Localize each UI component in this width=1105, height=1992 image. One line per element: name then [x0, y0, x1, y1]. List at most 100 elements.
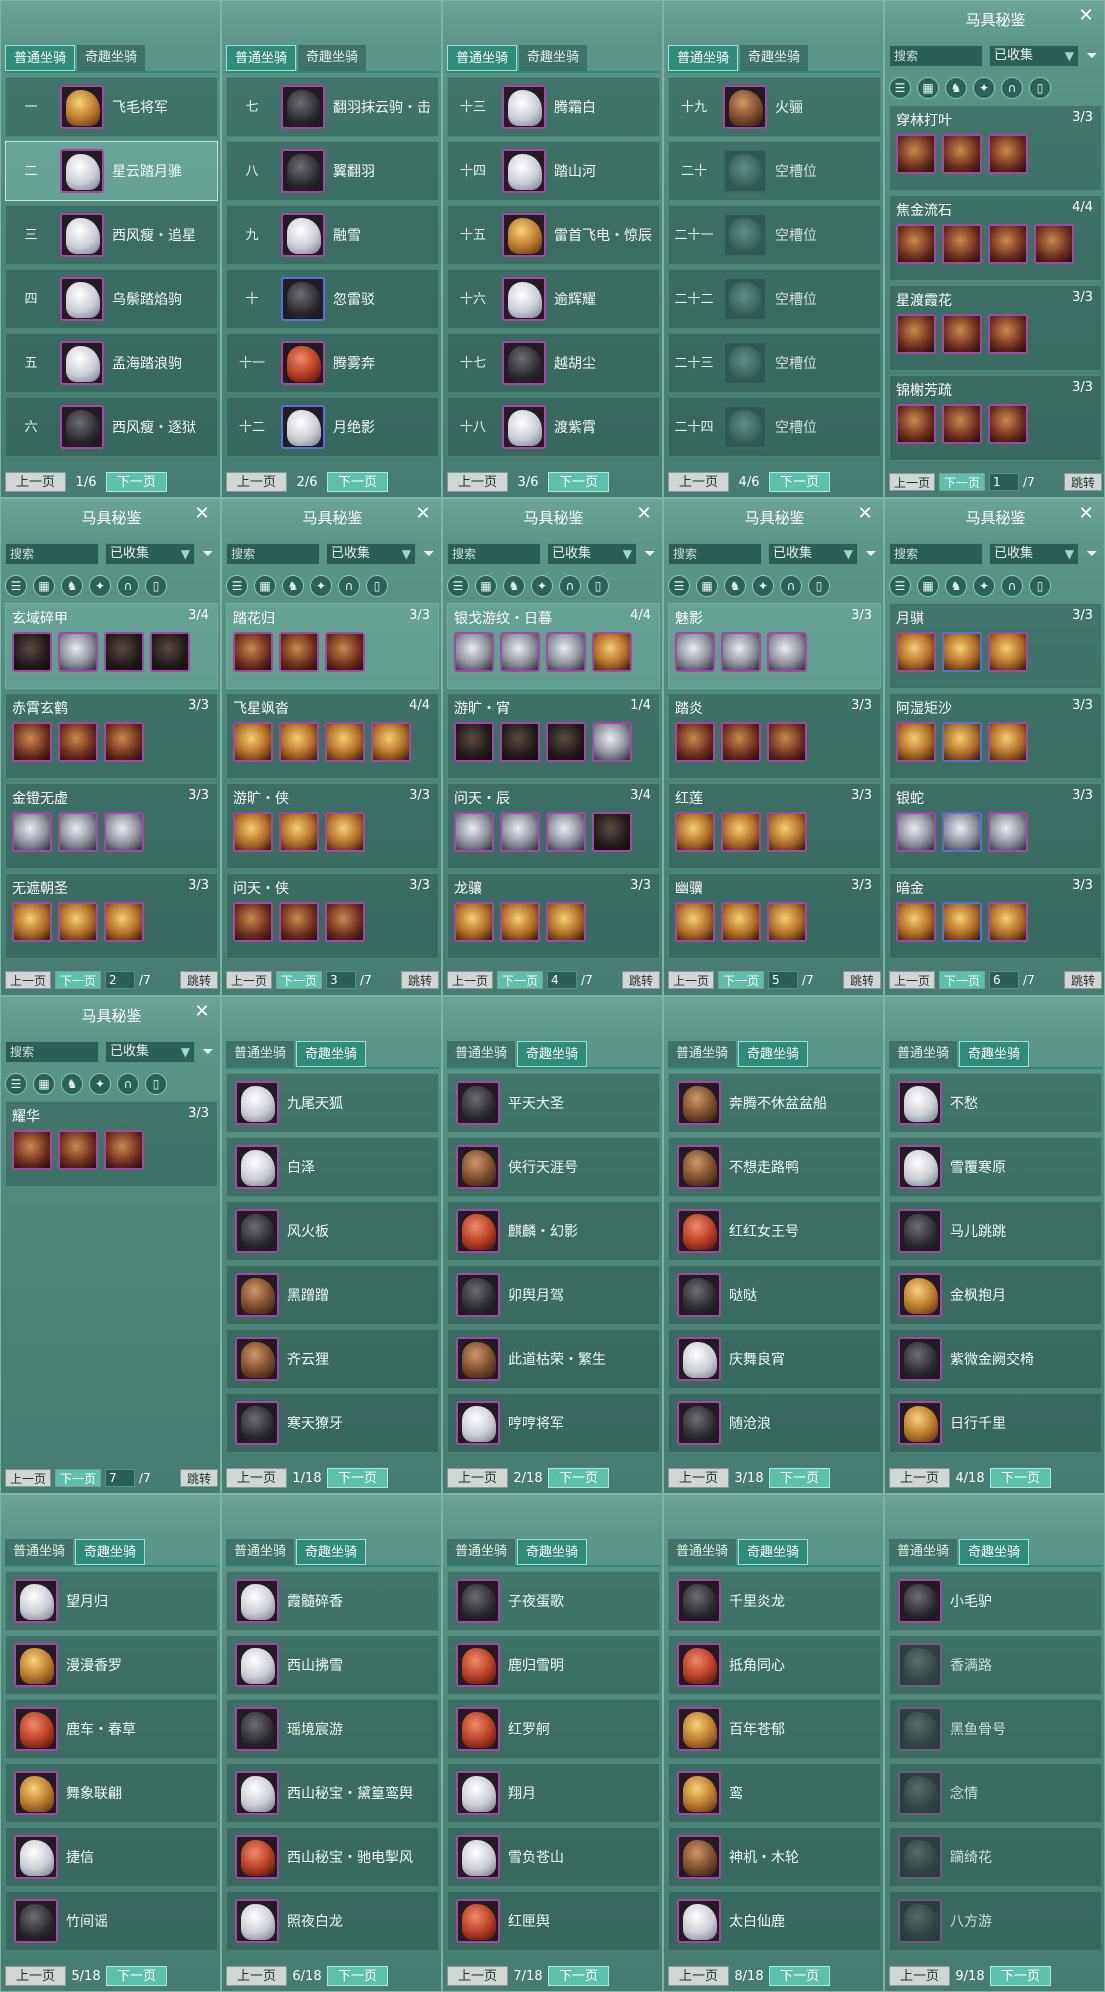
- gear-piece-icon[interactable]: [592, 632, 632, 672]
- gear-piece-icon[interactable]: [896, 902, 936, 942]
- grid-category-icon[interactable]: ▦: [475, 575, 497, 597]
- gear-piece-icon[interactable]: [675, 722, 715, 762]
- mount-row[interactable]: 雪覆寒原: [889, 1137, 1102, 1197]
- mount-row[interactable]: 十九 火骊: [668, 77, 881, 137]
- search-input[interactable]: 搜索: [889, 45, 983, 67]
- gear-set-row[interactable]: 龙骧 3/3: [447, 873, 660, 959]
- grid-category-icon[interactable]: ▦: [696, 575, 718, 597]
- gear-set-row[interactable]: 魅影 3/3: [668, 603, 881, 689]
- funnel-icon[interactable]: ⏷: [1083, 543, 1101, 565]
- gear-set-row[interactable]: 银蛇 3/3: [889, 783, 1102, 869]
- scroll-category-icon[interactable]: ▯: [1029, 77, 1051, 99]
- mount-row[interactable]: 马儿跳跳: [889, 1201, 1102, 1261]
- gear-piece-icon[interactable]: [500, 902, 540, 942]
- mount-row[interactable]: 二十三 空槽位: [668, 333, 881, 393]
- gear-set-row[interactable]: 问天・辰 3/4: [447, 783, 660, 869]
- tab-normal-mounts[interactable]: 普通坐骑: [447, 1539, 516, 1565]
- gear-piece-icon[interactable]: [104, 902, 144, 942]
- horseshoe-category-icon[interactable]: ∩: [559, 575, 581, 597]
- mount-row[interactable]: 红红女王号: [668, 1201, 881, 1261]
- gear-piece-icon[interactable]: [942, 812, 982, 852]
- close-icon[interactable]: ✕: [634, 504, 654, 524]
- prev-page-button[interactable]: 上一页: [447, 472, 509, 492]
- close-icon[interactable]: ✕: [413, 504, 433, 524]
- collected-filter-select[interactable]: 已收集 ▼: [105, 543, 195, 565]
- prev-page-button[interactable]: 上一页: [226, 472, 288, 492]
- mount-row[interactable]: 卯舆月驾: [447, 1265, 660, 1325]
- mount-row[interactable]: 不想走路鸭: [668, 1137, 881, 1197]
- mount-row[interactable]: 雪负苍山: [447, 1827, 660, 1887]
- gear-piece-icon[interactable]: [988, 404, 1028, 444]
- tab-fun-mounts[interactable]: 奇趣坐骑: [519, 45, 588, 71]
- mount-row[interactable]: 哼哼将军: [447, 1393, 660, 1453]
- gear-piece-icon[interactable]: [942, 722, 982, 762]
- gear-piece-icon[interactable]: [325, 632, 365, 672]
- gear-set-row[interactable]: 暗金 3/3: [889, 873, 1102, 959]
- mount-row[interactable]: 哒哒: [668, 1265, 881, 1325]
- gear-set-row[interactable]: 问天・侠 3/3: [226, 873, 439, 959]
- all-category-icon[interactable]: ☰: [5, 575, 27, 597]
- gear-piece-icon[interactable]: [58, 902, 98, 942]
- close-icon[interactable]: ✕: [192, 1002, 212, 1022]
- mount-row[interactable]: 瑶境宸游: [226, 1699, 439, 1759]
- horseshoe-category-icon[interactable]: ∩: [780, 575, 802, 597]
- gear-piece-icon[interactable]: [675, 632, 715, 672]
- gear-set-row[interactable]: 游旷・侠 3/3: [226, 783, 439, 869]
- mount-row[interactable]: 九 融雪: [226, 205, 439, 265]
- gear-piece-icon[interactable]: [988, 812, 1028, 852]
- gear-piece-icon[interactable]: [12, 722, 52, 762]
- gear-piece-icon[interactable]: [325, 722, 365, 762]
- prev-page-button[interactable]: 上一页: [5, 472, 67, 492]
- mount-row[interactable]: 翔月: [447, 1763, 660, 1823]
- gear-piece-icon[interactable]: [454, 812, 494, 852]
- gear-piece-icon[interactable]: [546, 722, 586, 762]
- mount-row[interactable]: 九尾天狐: [226, 1073, 439, 1133]
- mount-row[interactable]: 西山秘宝・黛篁鸾舆: [226, 1763, 439, 1823]
- horseshoe-category-icon[interactable]: ∩: [338, 575, 360, 597]
- gear-piece-icon[interactable]: [104, 812, 144, 852]
- wing-category-icon[interactable]: ✦: [973, 575, 995, 597]
- gear-piece-icon[interactable]: [58, 1130, 98, 1170]
- scroll-category-icon[interactable]: ▯: [808, 575, 830, 597]
- gear-piece-icon[interactable]: [233, 902, 273, 942]
- page-number-input[interactable]: 1: [989, 473, 1020, 491]
- all-category-icon[interactable]: ☰: [226, 575, 248, 597]
- gear-piece-icon[interactable]: [58, 632, 98, 672]
- mount-row[interactable]: 躏绮花: [889, 1827, 1102, 1887]
- next-page-button[interactable]: 下一页: [718, 971, 765, 989]
- tab-normal-mounts[interactable]: 普通坐骑: [668, 1041, 737, 1067]
- mount-row[interactable]: 十一 腾雾奔: [226, 333, 439, 393]
- gear-piece-icon[interactable]: [12, 812, 52, 852]
- mount-row[interactable]: 竹间谣: [5, 1891, 218, 1951]
- gear-piece-icon[interactable]: [988, 314, 1028, 354]
- mount-row[interactable]: 漫漫香罗: [5, 1635, 218, 1695]
- mount-row[interactable]: 黑蹭蹭: [226, 1265, 439, 1325]
- gear-piece-icon[interactable]: [325, 902, 365, 942]
- prev-page-button[interactable]: 上一页: [668, 971, 715, 989]
- mount-row[interactable]: 抵角同心: [668, 1635, 881, 1695]
- gear-piece-icon[interactable]: [454, 722, 494, 762]
- next-page-button[interactable]: 下一页: [327, 472, 389, 492]
- mount-row[interactable]: 十七 越胡尘: [447, 333, 660, 393]
- mount-row[interactable]: 鸾: [668, 1763, 881, 1823]
- gear-piece-icon[interactable]: [721, 722, 761, 762]
- mount-row[interactable]: 不愁: [889, 1073, 1102, 1133]
- next-page-button[interactable]: 下一页: [769, 1966, 831, 1986]
- gear-piece-icon[interactable]: [988, 224, 1028, 264]
- close-icon[interactable]: ✕: [1076, 6, 1096, 26]
- search-input[interactable]: 搜索: [5, 543, 99, 565]
- all-category-icon[interactable]: ☰: [5, 1073, 27, 1095]
- next-page-button[interactable]: 下一页: [939, 473, 986, 491]
- horseshoe-category-icon[interactable]: ∩: [1001, 77, 1023, 99]
- gear-set-row[interactable]: 银戈游纹・日暮 4/4: [447, 603, 660, 689]
- gear-piece-icon[interactable]: [767, 902, 807, 942]
- gear-piece-icon[interactable]: [500, 722, 540, 762]
- tab-fun-mounts[interactable]: 奇趣坐骑: [959, 1041, 1030, 1067]
- mount-row[interactable]: 十五 雷首飞电・惊辰: [447, 205, 660, 265]
- prev-page-button[interactable]: 上一页: [889, 1468, 951, 1488]
- prev-page-button[interactable]: 上一页: [226, 1966, 288, 1986]
- close-icon[interactable]: ✕: [855, 504, 875, 524]
- tab-normal-mounts[interactable]: 普通坐骑: [668, 45, 739, 71]
- mount-row[interactable]: 红匣舆: [447, 1891, 660, 1951]
- gear-piece-icon[interactable]: [500, 632, 540, 672]
